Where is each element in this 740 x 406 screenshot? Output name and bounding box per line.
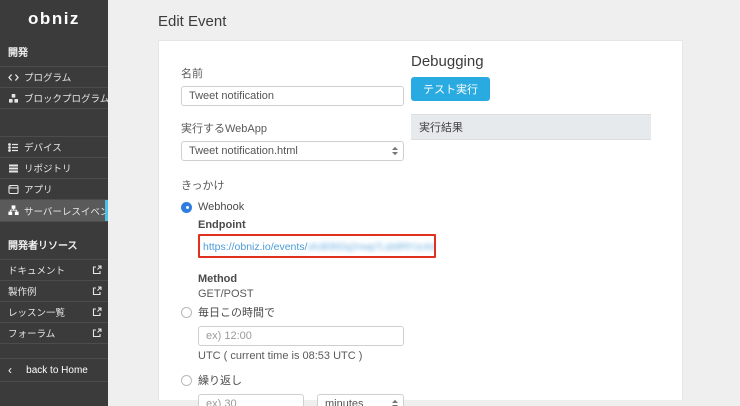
sidebar-group-dev: プログラム ブロックプログラム — [0, 66, 108, 109]
endpoint-highlight-box: https://obniz.io/events/xKd83hfJq2mwp7Ls… — [198, 234, 436, 258]
sidebar-item-repository[interactable]: リポジトリ — [0, 158, 108, 179]
external-link-icon — [92, 265, 102, 275]
daily-radio-label: 毎日この時間で — [198, 304, 275, 320]
code-icon — [8, 72, 19, 83]
endpoint-label: Endpoint — [198, 219, 404, 231]
select-stepper-icon — [391, 399, 399, 406]
repeat-radio-label: 繰り返し — [198, 372, 242, 388]
select-stepper-icon — [391, 146, 399, 156]
obniz-logo[interactable]: obniz — [0, 0, 108, 36]
chevron-left-icon: ‹ — [8, 363, 12, 377]
trigger-option-webhook: Webhook — [181, 201, 404, 213]
webapp-label: 実行するWebApp — [181, 120, 404, 136]
sidebar-item-lessons[interactable]: レッスン一覧 — [0, 302, 108, 323]
sidebar-section-resources: 開発者リソース — [0, 222, 108, 259]
webhook-radio[interactable] — [181, 202, 192, 213]
repository-icon — [8, 163, 19, 174]
external-link-icon — [92, 286, 102, 296]
device-list-icon — [8, 142, 19, 153]
method-label: Method — [198, 273, 404, 285]
name-input[interactable] — [181, 86, 404, 106]
external-link-icon — [92, 328, 102, 338]
sidebar-item-examples[interactable]: 製作例 — [0, 281, 108, 302]
endpoint-url-prefix: https://obniz.io/events/ — [203, 241, 307, 253]
daily-time-radio[interactable] — [181, 307, 192, 318]
app-icon — [8, 184, 19, 195]
page-title: Edit Event — [158, 13, 740, 30]
sidebar-item-label: アプリ — [24, 182, 53, 196]
sidebar-group-tools: デバイス リポジトリ アプリ サーバーレスイベント — [0, 136, 108, 222]
name-label: 名前 — [181, 65, 404, 81]
repeat-radio[interactable] — [181, 375, 192, 386]
sidebar-item-label: プログラム — [24, 70, 71, 84]
utc-note: UTC ( current time is 08:53 UTC ) — [198, 350, 404, 362]
back-home-label: back to Home — [24, 365, 90, 376]
sidebar-item-label: デバイス — [24, 140, 62, 154]
webapp-select[interactable]: Tweet notification.html — [181, 141, 404, 161]
endpoint-url-redacted: xKd83hfJq2mwp7Lsb9RtYzc4vN — [307, 242, 436, 253]
sidebar-item-devices[interactable]: デバイス — [0, 137, 108, 158]
sidebar-item-label: レッスン一覧 — [8, 305, 65, 319]
sidebar-item-label: フォーラム — [8, 326, 55, 340]
webapp-select-value: Tweet notification.html — [189, 145, 298, 157]
execution-result-header: 実行結果 — [411, 114, 651, 140]
sidebar-section-dev: 開発 — [0, 36, 108, 66]
debugging-column: Debugging テスト実行 実行結果 — [411, 41, 651, 400]
sidebar-item-apps[interactable]: アプリ — [0, 179, 108, 200]
sidebar-spacer — [0, 109, 108, 136]
sidebar-item-program[interactable]: プログラム — [0, 67, 108, 88]
daily-time-input[interactable] — [198, 326, 404, 346]
back-to-home-button[interactable]: ‹ back to Home — [0, 358, 108, 382]
daily-details: UTC ( current time is 08:53 UTC ) — [181, 326, 404, 362]
trigger-option-repeat: 繰り返し — [181, 372, 404, 388]
trigger-label: きっかけ — [181, 177, 404, 193]
sidebar-item-label: リポジトリ — [24, 161, 72, 175]
test-run-button[interactable]: テスト実行 — [411, 77, 490, 101]
sidebar-item-serverless-events[interactable]: サーバーレスイベント — [0, 200, 108, 222]
debugging-title: Debugging — [411, 53, 651, 70]
serverless-event-icon — [8, 205, 19, 216]
repeat-details: minutes — [181, 394, 404, 406]
blocks-icon — [8, 93, 19, 104]
endpoint-url-link[interactable]: https://obniz.io/events/xKd83hfJq2mwp7Ls… — [203, 241, 436, 253]
main-content: Edit Event 名前 実行するWebApp Tweet notificat… — [108, 0, 740, 406]
repeat-unit-select[interactable]: minutes — [317, 394, 404, 406]
sidebar: obniz 開発 プログラム ブロックプログラム デバイス リポ — [0, 0, 108, 406]
sidebar-group-resources: ドキュメント 製作例 レッスン一覧 フォーラム — [0, 259, 108, 344]
sidebar-item-label: ブロックプログラム — [24, 91, 109, 105]
repeat-interval-input[interactable] — [198, 394, 304, 406]
sidebar-item-forum[interactable]: フォーラム — [0, 323, 108, 344]
trigger-option-daily: 毎日この時間で — [181, 304, 404, 320]
webhook-details: Endpoint https://obniz.io/events/xKd83hf… — [181, 219, 404, 300]
sidebar-item-block-program[interactable]: ブロックプログラム — [0, 88, 108, 109]
sidebar-item-label: ドキュメント — [8, 263, 65, 277]
external-link-icon — [92, 307, 102, 317]
repeat-unit-value: minutes — [325, 398, 364, 406]
method-value: GET/POST — [198, 288, 404, 300]
sidebar-item-documents[interactable]: ドキュメント — [0, 260, 108, 281]
webhook-radio-label: Webhook — [198, 201, 244, 213]
event-form-column: 名前 実行するWebApp Tweet notification.html きっ… — [159, 41, 404, 400]
sidebar-item-label: 製作例 — [8, 284, 37, 298]
edit-event-card: 名前 実行するWebApp Tweet notification.html きっ… — [158, 40, 683, 400]
